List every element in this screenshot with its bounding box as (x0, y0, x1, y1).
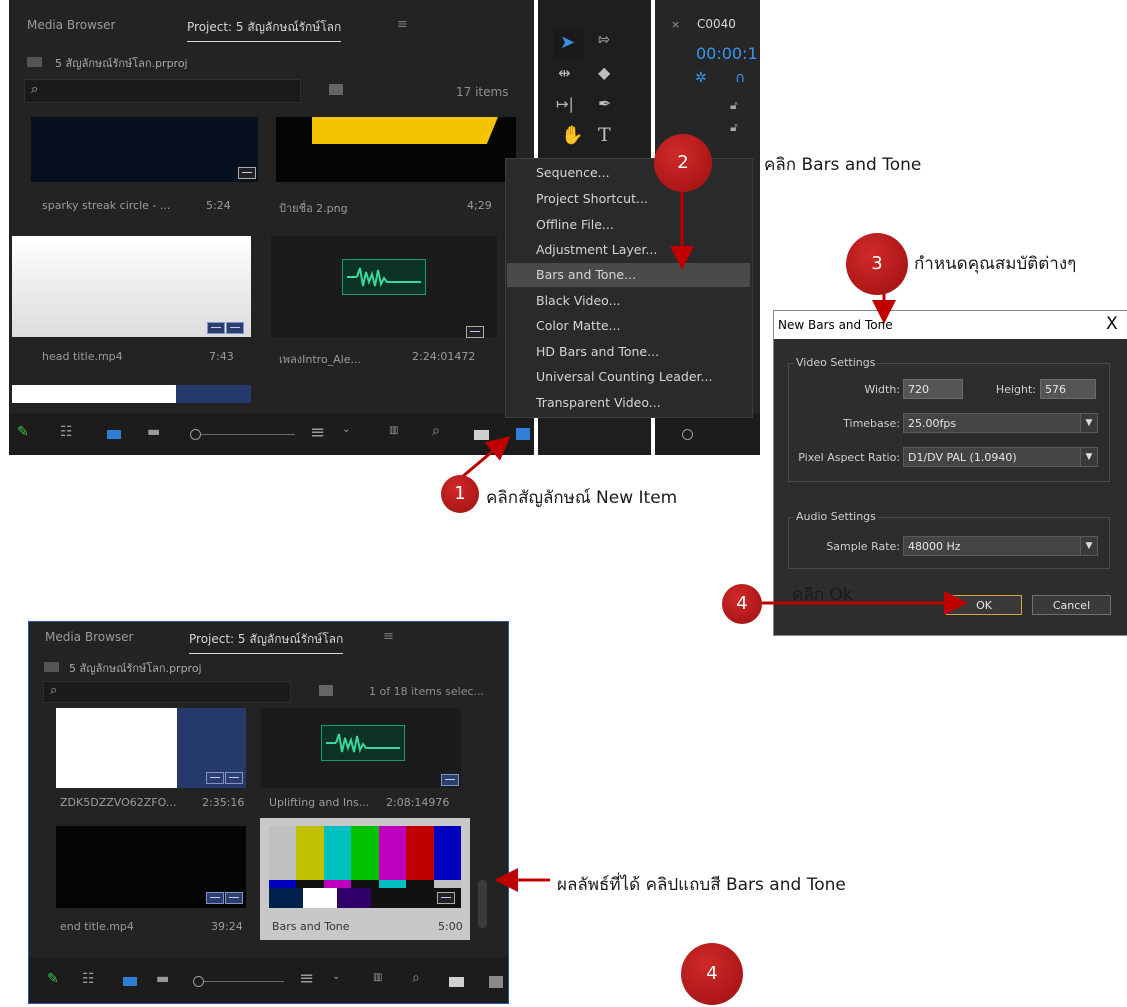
step-2-text: คลิก Bars and Tone (764, 155, 922, 175)
arrow-step1 (461, 436, 511, 479)
step-4-marker: 4 (722, 584, 762, 624)
step-1-marker: 1 (441, 475, 479, 513)
step-3-text: กำหนดคุณสมบัติต่างๆ (914, 254, 1077, 274)
step-4-bottom-marker: 4 (681, 943, 743, 1005)
result-text: ผลลัพธ์ที่ได้ คลิปแถบสี Bars and Tone (557, 875, 846, 895)
step-3-marker: 3 (846, 233, 908, 295)
step-4-text: คลิก Ok (792, 585, 853, 605)
step-1-text: คลิกสัญลักษณ์ New Item (486, 488, 678, 508)
step-2-marker: 2 (654, 134, 712, 192)
